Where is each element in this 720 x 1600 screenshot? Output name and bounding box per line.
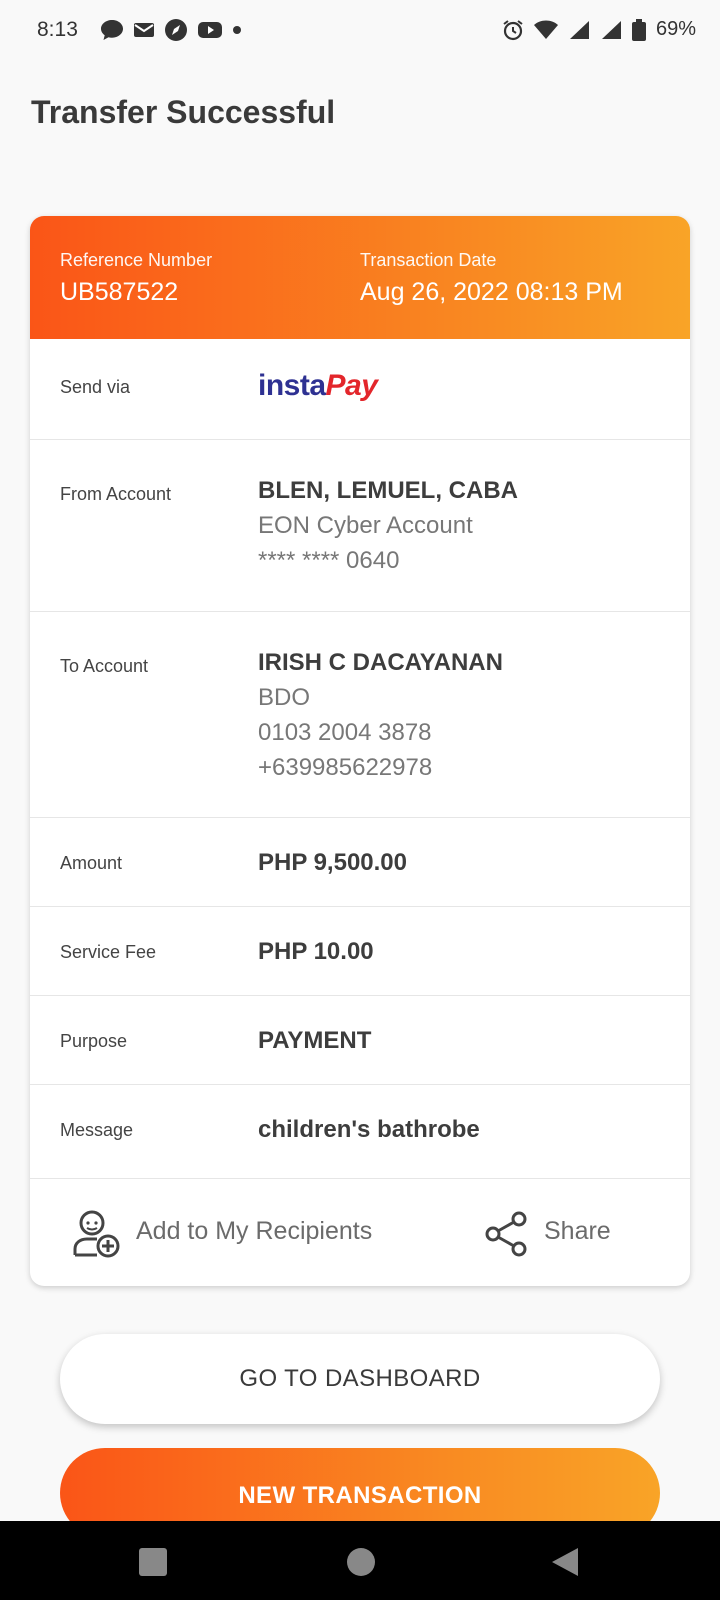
compass-icon [165, 19, 187, 41]
amount-label: Amount [60, 853, 123, 873]
send-via-label: Send via [60, 377, 131, 397]
recents-icon[interactable] [138, 1547, 168, 1577]
purpose-label: Purpose [60, 1031, 128, 1051]
notification-icons [100, 18, 242, 42]
system-navigation-bar [0, 1521, 720, 1600]
status-bar: 8:13 69% [0, 0, 720, 64]
chat-icon [101, 20, 123, 40]
reference-number-label: Reference Number [60, 250, 213, 270]
from-account-row: From Account BLEN, LEMUEL, CABA EON Cybe… [30, 439, 690, 612]
mail-icon [134, 23, 154, 37]
add-person-icon [73, 1210, 120, 1258]
message-value: children's bathrobe [258, 1116, 480, 1143]
service-fee-label: Service Fee [60, 942, 157, 962]
transaction-date-label: Transaction Date [360, 250, 497, 270]
system-icons: 69% [502, 18, 696, 41]
from-account-number: **** **** 0640 [258, 547, 400, 574]
from-account-label: From Account [60, 484, 172, 504]
from-account-name: BLEN, LEMUEL, CABA [258, 477, 518, 504]
message-row: Message children's bathrobe [30, 1084, 690, 1179]
share-label: Share [544, 1217, 611, 1245]
service-fee-row: Service Fee PHP 10.00 [30, 906, 690, 996]
receipt-actions: Add to My Recipients Share [30, 1178, 690, 1286]
share-icon [485, 1211, 527, 1257]
battery-percent: 69% [655, 18, 696, 40]
alarm-icon [503, 19, 523, 40]
to-account-label: To Account [60, 656, 149, 676]
add-recipient-label: Add to My Recipients [136, 1217, 373, 1245]
dot-icon [233, 26, 241, 34]
status-time: 8:13 [37, 18, 78, 41]
home-icon[interactable] [346, 1547, 376, 1577]
to-account-number: 0103 2004 3878 [258, 719, 432, 746]
transaction-receipt-card: Reference Number UB587522 Transaction Da… [30, 216, 690, 1286]
go-to-dashboard-button[interactable]: GO TO DASHBOARD [60, 1334, 660, 1424]
wifi-icon [533, 20, 558, 39]
to-account-bank: BDO [258, 684, 311, 711]
page-title: Transfer Successful [31, 94, 336, 130]
signal-icon [569, 20, 589, 39]
transaction-date-value: Aug 26, 2022 08:13 PM [360, 278, 623, 306]
purpose-row: Purpose PAYMENT [30, 995, 690, 1085]
send-via-row: Send via instaPay [30, 339, 690, 439]
share-button[interactable]: Share [470, 1179, 670, 1286]
add-recipient-button[interactable]: Add to My Recipients [44, 1179, 424, 1286]
back-icon[interactable] [550, 1547, 580, 1577]
youtube-icon [198, 22, 222, 38]
to-account-name: IRISH C DACAYANAN [258, 649, 503, 676]
amount-value: PHP 9,500.00 [258, 849, 408, 876]
receipt-header: Reference Number UB587522 Transaction Da… [30, 216, 690, 339]
reference-number-value: UB587522 [60, 278, 179, 306]
service-fee-value: PHP 10.00 [258, 938, 374, 965]
battery-icon [631, 18, 646, 41]
instapay-logo: instaPay [258, 369, 378, 402]
from-account-type: EON Cyber Account [258, 512, 473, 539]
amount-row: Amount PHP 9,500.00 [30, 817, 690, 907]
to-account-row: To Account IRISH C DACAYANAN BDO 0103 20… [30, 611, 690, 818]
message-label: Message [60, 1120, 134, 1140]
signal-icon [601, 20, 621, 39]
purpose-value: PAYMENT [258, 1027, 372, 1054]
to-account-phone: +639985622978 [258, 754, 433, 781]
